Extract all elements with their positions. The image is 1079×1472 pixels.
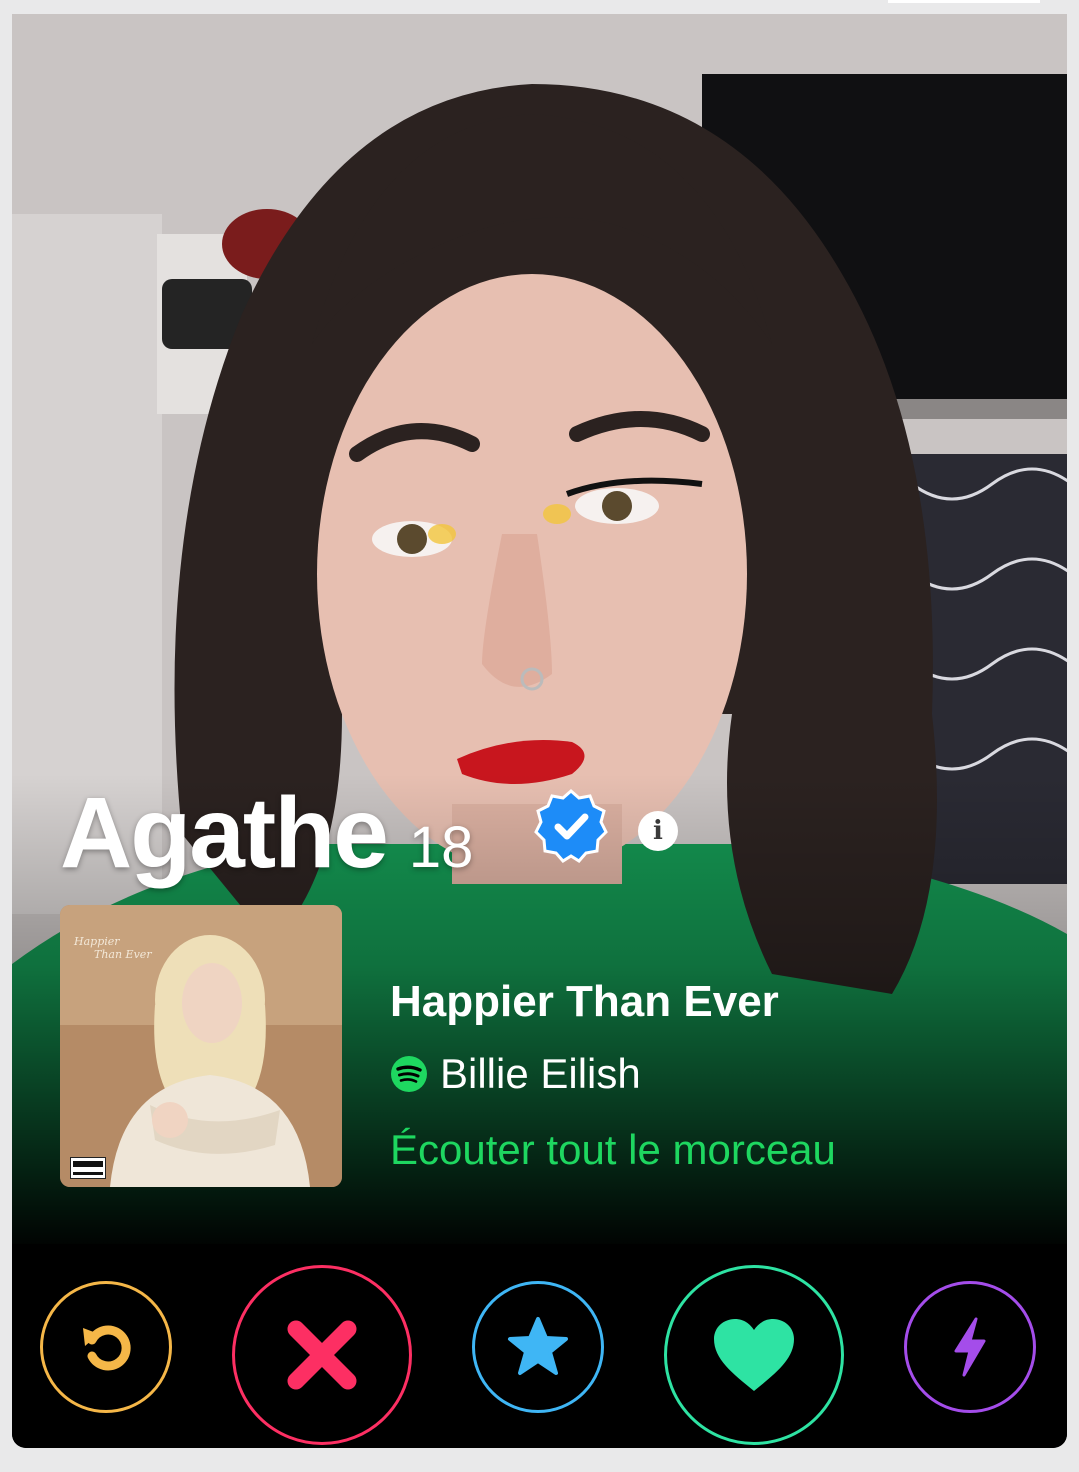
name-row: Agathe 18 xyxy=(60,776,474,889)
info-icon[interactable]: i xyxy=(638,811,678,851)
close-icon xyxy=(287,1320,357,1390)
profile-name: Agathe xyxy=(60,777,389,889)
rewind-icon xyxy=(83,1325,131,1371)
verified-badge-icon[interactable] xyxy=(534,789,608,863)
artist-name: Billie Eilish xyxy=(440,1050,641,1097)
lightning-icon xyxy=(954,1317,986,1377)
action-bar xyxy=(12,1244,1067,1448)
like-button[interactable] xyxy=(664,1265,844,1445)
spotify-icon xyxy=(391,1056,427,1092)
rewind-button[interactable] xyxy=(40,1281,172,1413)
star-icon xyxy=(508,1317,568,1375)
nope-button[interactable] xyxy=(232,1265,412,1445)
top-strip xyxy=(0,0,1079,14)
heart-icon xyxy=(714,1319,794,1391)
album-script-title: Happier Than Ever xyxy=(74,935,152,962)
album-art[interactable]: Happier Than Ever xyxy=(60,905,342,1187)
profile-age: 18 xyxy=(408,815,474,880)
profile-card[interactable]: Agathe 18 i Happier Than Ever Happier Th… xyxy=(12,14,1067,1448)
boost-button[interactable] xyxy=(904,1281,1036,1413)
tab-indicator xyxy=(888,0,1040,3)
super-like-button[interactable] xyxy=(472,1281,604,1413)
artist-row: Billie Eilish xyxy=(390,1050,641,1098)
parental-advisory-label xyxy=(70,1157,106,1179)
listen-full-track-link[interactable]: Écouter tout le morceau xyxy=(390,1126,836,1174)
track-title: Happier Than Ever xyxy=(390,977,779,1026)
